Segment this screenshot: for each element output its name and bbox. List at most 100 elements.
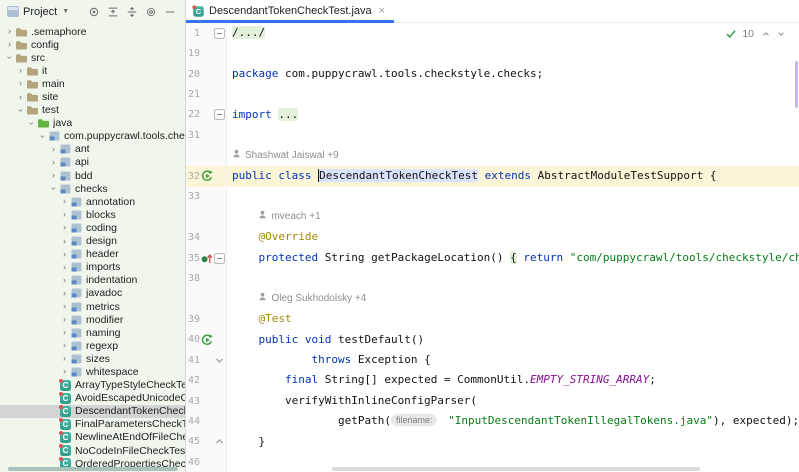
run-test-icon[interactable] <box>200 169 214 183</box>
chevron-collapsed-icon[interactable]: › <box>59 263 70 272</box>
tree-item-header[interactable]: ›header <box>0 248 185 261</box>
chevron-expanded-icon[interactable]: › <box>27 118 36 129</box>
tree-item-regexp[interactable]: ›regexp <box>0 339 185 352</box>
tree-item-label: com.puppycrawl.tools.checkstyle <box>64 130 185 142</box>
chevron-collapsed-icon[interactable]: › <box>59 289 70 298</box>
chevron-collapsed-icon[interactable]: › <box>59 197 70 206</box>
chevron-collapsed-icon[interactable]: › <box>48 171 59 180</box>
chevron-collapsed-icon[interactable]: › <box>59 276 70 285</box>
tree-item-test[interactable]: ›test <box>0 104 185 117</box>
chevron-collapsed-icon[interactable]: › <box>59 328 70 337</box>
chevron-collapsed-icon[interactable]: › <box>15 79 26 88</box>
chevron-collapsed-icon[interactable]: › <box>59 315 70 324</box>
code-line-45: 45 } <box>186 432 799 452</box>
chevron-collapsed-icon[interactable]: › <box>59 210 70 219</box>
hide-icon[interactable] <box>163 5 177 19</box>
tree-item-java[interactable]: ›java <box>0 117 185 130</box>
collapse-all-icon[interactable] <box>106 5 120 19</box>
code-text: mveach +1 <box>227 206 799 227</box>
author-inlay[interactable]: Shashwat Jaiswal +9 <box>232 146 339 166</box>
close-icon[interactable]: × <box>379 5 385 17</box>
tree-item-metrics[interactable]: ›metrics <box>0 300 185 313</box>
chevron-expanded-icon[interactable]: › <box>38 131 47 142</box>
tree-item-finalparameterschecktest[interactable]: CFinalParametersCheckTest <box>0 418 185 431</box>
tree-item-sizes[interactable]: ›sizes <box>0 352 185 365</box>
project-panel-title[interactable]: Project <box>23 6 57 18</box>
tree-item-site[interactable]: ›site <box>0 90 185 103</box>
tree-item-design[interactable]: ›design <box>0 235 185 248</box>
vertical-scrollbar-thumb[interactable] <box>795 61 798 108</box>
chevron-expanded-icon[interactable]: › <box>49 183 58 194</box>
gutter: 1 <box>186 23 227 43</box>
line-number: 20 <box>188 69 200 80</box>
chevron-collapsed-icon[interactable]: › <box>59 237 70 246</box>
project-tree-horizontal-scrollbar[interactable] <box>8 467 178 471</box>
fold-marker-icon[interactable] <box>214 253 225 264</box>
chevron-collapsed-icon[interactable]: › <box>15 66 26 75</box>
tree-item-nocodeinfilechecktest[interactable]: CNoCodeInFileCheckTest <box>0 444 185 457</box>
author-inlay[interactable]: mveach +1 <box>258 207 320 227</box>
chevron-collapsed-icon[interactable]: › <box>48 158 59 167</box>
fold-marker-icon[interactable] <box>214 436 225 447</box>
author-inlay[interactable]: Oleg Sukhodolsky +4 <box>258 289 366 309</box>
line-number: 39 <box>188 314 200 325</box>
tree-item--semaphore[interactable]: ›.semaphore <box>0 25 185 38</box>
horizontal-scrollbar-thumb[interactable] <box>332 467 700 471</box>
chevron-collapsed-icon[interactable]: › <box>59 341 70 350</box>
chevron-collapsed-icon[interactable]: › <box>15 93 26 102</box>
settings-icon[interactable] <box>144 5 158 19</box>
chevron-down-icon[interactable] <box>777 30 785 38</box>
tab-descendanttokenchecktest[interactable]: C DescendantTokenCheckTest.java × <box>186 0 394 22</box>
author-inlay-text: Oleg Sukhodolsky +4 <box>271 289 366 309</box>
tree-item-annotation[interactable]: ›annotation <box>0 195 185 208</box>
code-token <box>232 373 285 386</box>
tree-item-it[interactable]: ›it <box>0 64 185 77</box>
chevron-down-icon[interactable]: ▼ <box>62 8 69 15</box>
chevron-collapsed-icon[interactable]: › <box>59 354 70 363</box>
fold-marker-icon[interactable] <box>214 355 225 366</box>
run-test-icon[interactable] <box>200 333 214 347</box>
tree-item-api[interactable]: ›api <box>0 156 185 169</box>
chevron-collapsed-icon[interactable]: › <box>4 27 15 36</box>
tree-item-coding[interactable]: ›coding <box>0 221 185 234</box>
tree-item-com-puppycrawl-tools-checkstyle[interactable]: › com.puppycrawl.tools.checkstyle <box>0 130 185 143</box>
override-method-icon[interactable] <box>200 251 214 265</box>
tree-item-indentation[interactable]: ›indentation <box>0 274 185 287</box>
tree-item-whitespace[interactable]: ›whitespace <box>0 365 185 378</box>
tree-item-newlineatendoffilechecktest[interactable]: CNewlineAtEndOfFileCheckTest <box>0 431 185 444</box>
tree-item-javadoc[interactable]: ›javadoc <box>0 287 185 300</box>
tree-item-src[interactable]: ›src <box>0 51 185 64</box>
tree-item-modifier[interactable]: › modifier <box>0 313 185 326</box>
chevron-collapsed-icon[interactable]: › <box>59 223 70 232</box>
gutter: 42 <box>186 370 227 390</box>
select-opened-file-icon[interactable] <box>87 5 101 19</box>
fold-marker-icon[interactable] <box>214 28 225 39</box>
tree-item-bdd[interactable]: ›bdd <box>0 169 185 182</box>
expand-all-icon[interactable] <box>125 5 139 19</box>
chevron-collapsed-icon[interactable]: › <box>4 40 15 49</box>
tree-item-imports[interactable]: ›imports <box>0 261 185 274</box>
chevron-expanded-icon[interactable]: › <box>5 52 14 63</box>
code-token: verifyWithInlineConfigParser( <box>232 394 477 407</box>
tree-item-label: modifier <box>86 314 123 326</box>
line-number: 19 <box>188 48 200 59</box>
code-token <box>232 312 259 325</box>
chevron-collapsed-icon[interactable]: › <box>48 145 59 154</box>
tree-item-config[interactable]: ›config <box>0 38 185 51</box>
chevron-collapsed-icon[interactable]: › <box>59 302 70 311</box>
code-line-39: 39 @Test <box>186 309 799 329</box>
tree-item-blocks[interactable]: ›blocks <box>0 208 185 221</box>
tree-item-descendanttokenchecktest[interactable]: CDescendantTokenCheckTest <box>0 405 185 418</box>
tree-item-main[interactable]: ›main <box>0 77 185 90</box>
tree-item-naming[interactable]: ›naming <box>0 326 185 339</box>
tree-item-ant[interactable]: ›ant <box>0 143 185 156</box>
chevron-collapsed-icon[interactable]: › <box>59 250 70 259</box>
tree-item-arraytypestylechecktest[interactable]: CArrayTypeStyleCheckTest <box>0 379 185 392</box>
inspections-widget[interactable]: 10 <box>725 28 785 40</box>
chevron-up-icon[interactable] <box>762 30 770 38</box>
tree-item-checks[interactable]: ›checks <box>0 182 185 195</box>
chevron-collapsed-icon[interactable]: › <box>59 367 70 376</box>
tree-item-avoidescapedunicodecharactersche[interactable]: CAvoidEscapedUnicodeCharactersChe <box>0 392 185 405</box>
chevron-expanded-icon[interactable]: › <box>16 105 25 116</box>
fold-marker-icon[interactable] <box>214 109 225 120</box>
